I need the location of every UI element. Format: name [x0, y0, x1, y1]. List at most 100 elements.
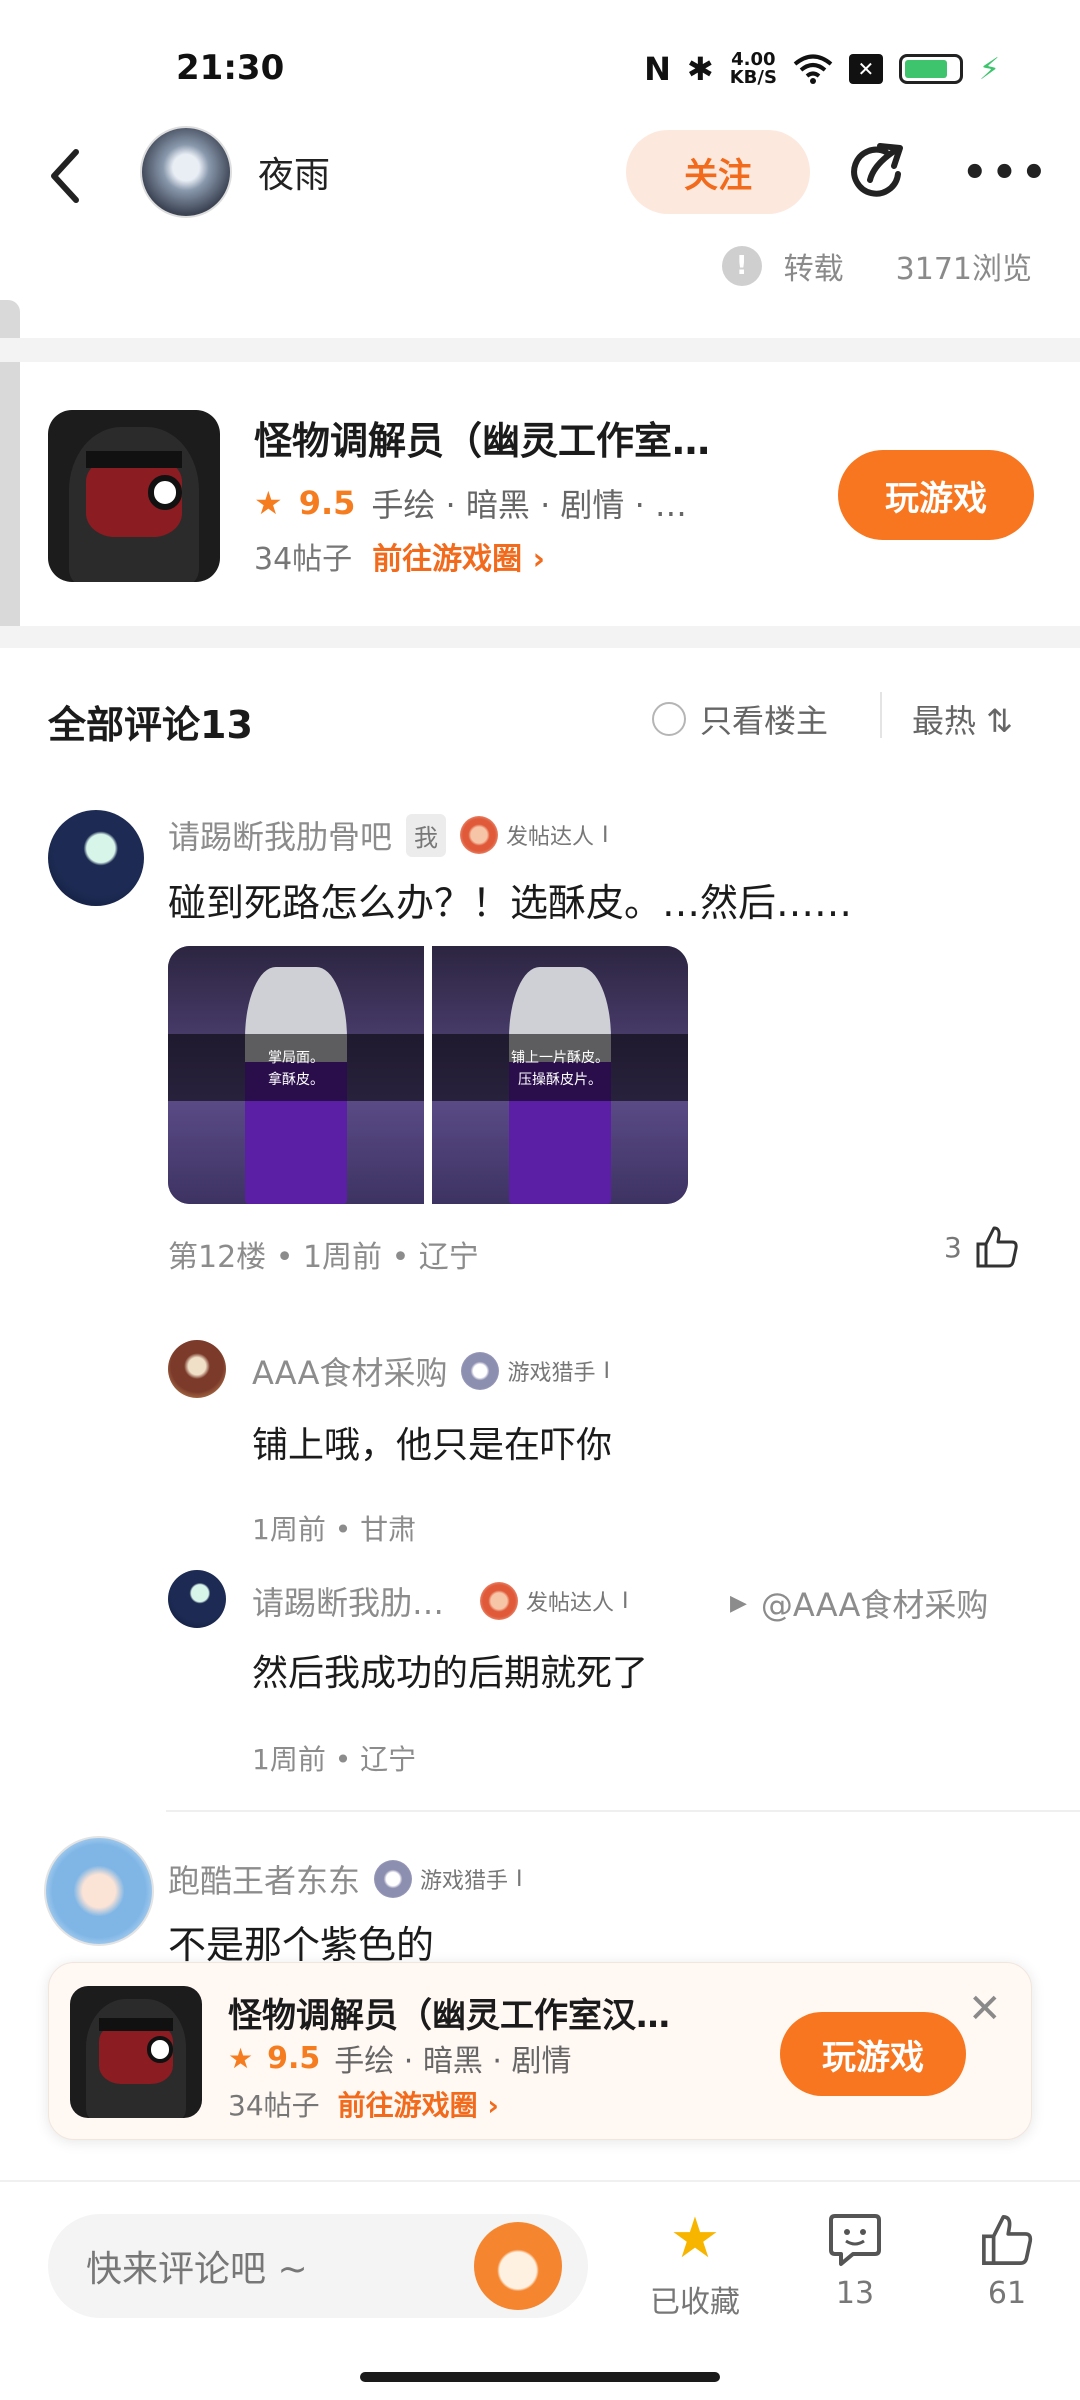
status-time: 21:30: [176, 48, 285, 88]
only-op-toggle[interactable]: 只看楼主: [652, 696, 828, 742]
game-title[interactable]: 怪物调解员（幽灵工作室…: [254, 410, 710, 465]
game-tags: 手绘 · 暗黑 · 剧情 · …: [371, 486, 687, 524]
user-badge: 发帖达人 I: [480, 1582, 629, 1620]
comment-header: 跑酷王者东东 游戏猎手 I: [168, 1856, 523, 1902]
net-speed-unit: KB/S: [729, 67, 777, 88]
commenter-avatar[interactable]: [48, 810, 144, 906]
follow-button[interactable]: 关注: [626, 130, 810, 214]
like-count: 61: [987, 2276, 1027, 2311]
game-cover-image[interactable]: [48, 410, 220, 582]
game-cover-image[interactable]: [70, 1986, 202, 2118]
bluetooth-icon: ✱: [686, 50, 714, 88]
floating-game-sub: 34帖子 前往游戏圈 ›: [228, 2084, 499, 2124]
badge-icon: [374, 1860, 413, 1898]
chevron-right-icon: ›: [532, 542, 546, 577]
reply-header: AAA食材采购 游戏猎手 I: [252, 1348, 610, 1394]
wifi-icon: [793, 54, 833, 84]
commenter-name[interactable]: 跑酷王者东东: [168, 1856, 360, 1902]
user-badge: 发帖达人 I: [460, 816, 609, 854]
sort-dropdown[interactable]: 最热 ⇅: [912, 696, 1013, 742]
game-post-count: 34帖子: [254, 542, 353, 577]
game-meta: ★ 9.5 手绘 · 暗黑 · 剧情 · …: [254, 480, 687, 526]
comment-image[interactable]: 掌局面。 拿酥皮。: [168, 946, 424, 1204]
divider: [880, 692, 882, 738]
floating-game-meta: ★ 9.5 手绘 · 暗黑 · 剧情: [228, 2036, 571, 2080]
reply-meta: 1周前 • 甘肃: [252, 1513, 417, 1546]
section-divider: [0, 626, 1080, 648]
commenter-name[interactable]: 请踢断我肋骨吧: [168, 812, 392, 858]
radio-icon[interactable]: [652, 702, 686, 736]
repost-info-icon: !: [721, 246, 762, 286]
home-indicator[interactable]: [360, 2372, 720, 2382]
reply-arrow-icon: ▶: [730, 1590, 747, 1616]
floating-game-tags: 手绘 · 暗黑 · 剧情: [334, 2044, 572, 2079]
reply-avatar[interactable]: [168, 1570, 226, 1628]
game-sub: 34帖子 前往游戏圈 ›: [254, 534, 545, 578]
user-badge: 游戏猎手 I: [374, 1860, 523, 1898]
mascot-emoji-icon[interactable]: [474, 2222, 562, 2310]
badge-icon: [461, 1352, 500, 1390]
more-options-icon[interactable]: •••: [962, 150, 1051, 196]
comments-title: 全部评论13: [48, 703, 253, 747]
author-avatar[interactable]: [140, 126, 232, 218]
reply-text[interactable]: 然后我成功的后期就死了: [252, 1644, 648, 1696]
floating-post-count: 34帖子: [228, 2089, 320, 2122]
comment-meta: 第12楼 • 1周前 • 辽宁: [168, 1240, 479, 1275]
star-icon: ★: [254, 484, 283, 522]
comment-like-button[interactable]: 3: [944, 1224, 1020, 1270]
image-caption: 拿酥皮。: [268, 1071, 324, 1088]
reply-avatar[interactable]: [168, 1340, 226, 1398]
reply-header: 请踢断我肋… 发帖达人 I: [252, 1578, 629, 1624]
replier-name[interactable]: AAA食材采购: [252, 1348, 447, 1394]
favorite-button[interactable]: ★ 已收藏: [640, 2206, 750, 2321]
comment-count-button[interactable]: 13: [800, 2206, 910, 2311]
divider: [166, 1810, 1080, 1812]
image-caption: 压操酥皮片。: [518, 1071, 602, 1088]
replier-name[interactable]: 请踢断我肋…: [252, 1578, 444, 1624]
section-divider: [0, 338, 1080, 362]
star-icon[interactable]: ★: [640, 2206, 750, 2271]
nfc-icon: N: [644, 50, 671, 88]
close-icon[interactable]: ✕: [968, 1986, 1002, 2032]
play-game-button[interactable]: 玩游戏: [838, 450, 1034, 540]
back-arrow-icon[interactable]: [46, 146, 86, 206]
comment-bubble-icon[interactable]: [827, 2210, 883, 2270]
comment-text[interactable]: 不是那个紫色的: [168, 1914, 434, 1969]
me-badge: 我: [406, 813, 447, 857]
like-count: 3: [944, 1230, 962, 1264]
floating-game-rating: 9.5: [267, 2040, 321, 2076]
reply-text[interactable]: 铺上哦，他只是在吓你: [252, 1416, 612, 1468]
comment-image[interactable]: 铺上一片酥皮。 压操酥皮片。: [432, 946, 688, 1204]
network-speed: 4.00 KB/S: [730, 51, 777, 87]
thumbs-up-icon[interactable]: [974, 1224, 1020, 1270]
post-stats: ! 转载 3171浏览: [721, 244, 1032, 288]
floating-play-button[interactable]: 玩游戏: [780, 2012, 966, 2096]
goto-game-circle-link[interactable]: 前往游戏圈 ›: [372, 534, 545, 578]
game-rating: 9.5: [298, 484, 356, 522]
comment-count: 13: [835, 2276, 875, 2311]
sim-icon: ✕: [848, 54, 883, 84]
image-caption: 铺上一片酥皮。: [511, 1049, 609, 1066]
star-icon: ★: [228, 2041, 254, 2075]
floating-game-title[interactable]: 怪物调解员（幽灵工作室汉…: [228, 1988, 670, 2037]
author-name[interactable]: 夜雨: [258, 146, 330, 198]
share-icon[interactable]: [846, 140, 910, 204]
badge-icon: [480, 1582, 519, 1620]
image-caption: 掌局面。: [268, 1049, 324, 1066]
view-count: 3171浏览: [895, 252, 1032, 287]
repost-label: 转载: [783, 252, 844, 287]
reply-target: ▶ @AAA食材采购: [730, 1580, 988, 1626]
post-like-button[interactable]: 61: [952, 2206, 1062, 2311]
reply-to-user[interactable]: @AAA食材采购: [761, 1580, 988, 1626]
thumbs-up-icon[interactable]: [979, 2210, 1035, 2270]
favorite-label: 已收藏: [650, 2285, 740, 2320]
badge-icon: [460, 816, 499, 854]
user-badge: 游戏猎手 I: [461, 1352, 610, 1390]
reply-meta: 1周前 • 辽宁: [252, 1743, 417, 1776]
floating-goto-link[interactable]: 前往游戏圈 ›: [338, 2084, 499, 2124]
commenter-avatar[interactable]: [44, 1836, 154, 1946]
comment-text[interactable]: 碰到死路怎么办？！选酥皮。…然后……: [168, 872, 852, 927]
chevron-right-icon: ›: [487, 2089, 499, 2122]
battery-icon: [898, 54, 963, 84]
status-icons: N ✱ 4.00 KB/S ✕ ⚡: [644, 50, 1000, 88]
